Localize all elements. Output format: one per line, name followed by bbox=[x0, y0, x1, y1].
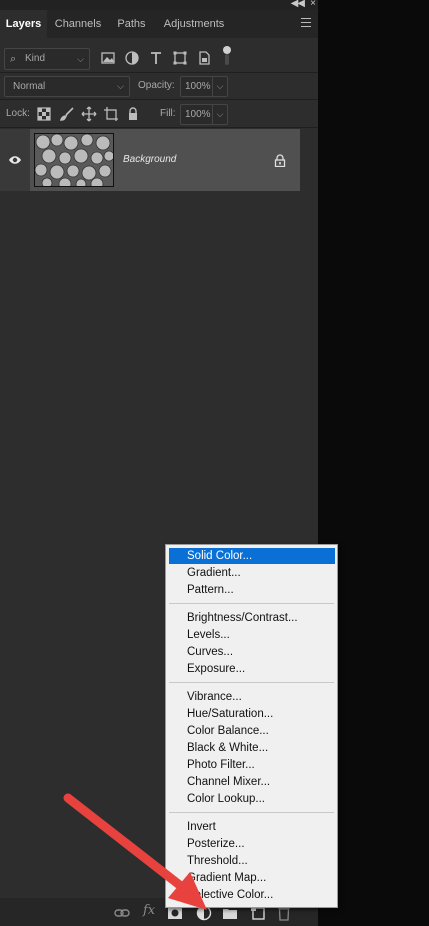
layer-row-background[interactable]: Background bbox=[0, 129, 300, 191]
divider bbox=[0, 99, 318, 100]
fill-label: Fill: bbox=[160, 108, 176, 119]
adjustment-filter-icon[interactable] bbox=[123, 49, 141, 67]
smart-object-filter-icon[interactable] bbox=[195, 49, 213, 67]
blend-mode-value: Normal bbox=[13, 81, 46, 92]
link-layers-icon[interactable] bbox=[114, 905, 130, 921]
menu-item-curves[interactable]: Curves... bbox=[169, 644, 335, 660]
tab-layers[interactable]: Layers bbox=[0, 10, 47, 38]
fill-field[interactable]: 100% ⌵ bbox=[180, 104, 228, 125]
lock-label: Lock: bbox=[6, 108, 30, 119]
menu-item-pattern[interactable]: Pattern... bbox=[169, 582, 335, 598]
panel-header-bar: ◀◀ × bbox=[0, 0, 318, 10]
tab-channels[interactable]: Channels bbox=[47, 10, 109, 38]
chevron-down-icon[interactable]: ⌵ bbox=[212, 77, 227, 96]
filter-toggle-icon[interactable] bbox=[219, 45, 235, 67]
lock-artboard-icon[interactable] bbox=[103, 106, 119, 122]
lock-image-icon[interactable] bbox=[59, 106, 75, 122]
panel-menu-icon[interactable] bbox=[301, 18, 311, 27]
menu-item-photo-filter[interactable]: Photo Filter... bbox=[169, 757, 335, 773]
menu-item-exposure[interactable]: Exposure... bbox=[169, 661, 335, 677]
collapse-panel-icon[interactable]: ◀◀ bbox=[291, 0, 305, 9]
menu-item-levels[interactable]: Levels... bbox=[169, 627, 335, 643]
menu-item-hue-saturation[interactable]: Hue/Saturation... bbox=[169, 706, 335, 722]
opacity-label: Opacity: bbox=[138, 80, 175, 91]
adjustment-layer-menu: Solid Color... Gradient... Pattern... Brigh… bbox=[165, 544, 338, 908]
lock-all-icon[interactable] bbox=[125, 106, 141, 122]
tab-paths[interactable]: Paths bbox=[109, 10, 154, 38]
tab-adjustments[interactable]: Adjustments bbox=[154, 10, 234, 38]
menu-item-selective-color[interactable]: Selective Color... bbox=[169, 887, 335, 903]
menu-item-threshold[interactable]: Threshold... bbox=[169, 853, 335, 869]
menu-item-channel-mixer[interactable]: Channel Mixer... bbox=[169, 774, 335, 790]
layer-thumbnail bbox=[34, 133, 114, 187]
lock-position-icon[interactable] bbox=[81, 106, 97, 122]
shape-filter-icon[interactable] bbox=[171, 49, 189, 67]
menu-item-brightness-contrast[interactable]: Brightness/Contrast... bbox=[169, 610, 335, 626]
filter-kind-select[interactable]: ⌕ Kind ⌵ bbox=[4, 48, 90, 70]
eye-icon[interactable] bbox=[8, 155, 22, 165]
menu-item-gradient[interactable]: Gradient... bbox=[169, 565, 335, 581]
filter-kind-value: Kind bbox=[25, 53, 46, 64]
menu-separator bbox=[169, 603, 334, 604]
type-filter-icon[interactable] bbox=[147, 49, 165, 67]
layer-name[interactable]: Background bbox=[123, 154, 176, 165]
chevron-down-icon: ⌵ bbox=[117, 81, 124, 91]
panel-tabs: Layers Channels Paths Adjustments bbox=[0, 10, 318, 38]
menu-item-gradient-map[interactable]: Gradient Map... bbox=[169, 870, 335, 886]
menu-separator bbox=[169, 812, 334, 813]
menu-item-color-lookup[interactable]: Color Lookup... bbox=[169, 791, 335, 807]
menu-item-invert[interactable]: Invert bbox=[169, 819, 335, 835]
visibility-toggle[interactable] bbox=[0, 129, 30, 191]
divider bbox=[0, 72, 318, 73]
fx-icon[interactable]: fx bbox=[143, 903, 155, 918]
chevron-down-icon[interactable]: ⌵ bbox=[212, 105, 227, 124]
image-filter-icon[interactable] bbox=[99, 49, 117, 67]
divider bbox=[0, 127, 318, 128]
menu-item-solid-color[interactable]: Solid Color... bbox=[169, 548, 335, 564]
lock-transparent-icon[interactable] bbox=[36, 106, 52, 122]
menu-item-black-white[interactable]: Black & White... bbox=[169, 740, 335, 756]
menu-item-posterize[interactable]: Posterize... bbox=[169, 836, 335, 852]
layer-lock-icon bbox=[274, 154, 286, 167]
blend-mode-select[interactable]: Normal ⌵ bbox=[4, 76, 130, 97]
menu-item-color-balance[interactable]: Color Balance... bbox=[169, 723, 335, 739]
coins-thumbnail-image bbox=[35, 134, 113, 186]
chevron-down-icon: ⌵ bbox=[77, 54, 84, 64]
fill-value: 100% bbox=[185, 109, 211, 120]
menu-separator bbox=[169, 682, 334, 683]
opacity-field[interactable]: 100% ⌵ bbox=[180, 76, 228, 97]
opacity-value: 100% bbox=[185, 81, 211, 92]
search-icon: ⌕ bbox=[10, 53, 17, 65]
close-panel-icon[interactable]: × bbox=[310, 0, 316, 9]
menu-item-vibrance[interactable]: Vibrance... bbox=[169, 689, 335, 705]
